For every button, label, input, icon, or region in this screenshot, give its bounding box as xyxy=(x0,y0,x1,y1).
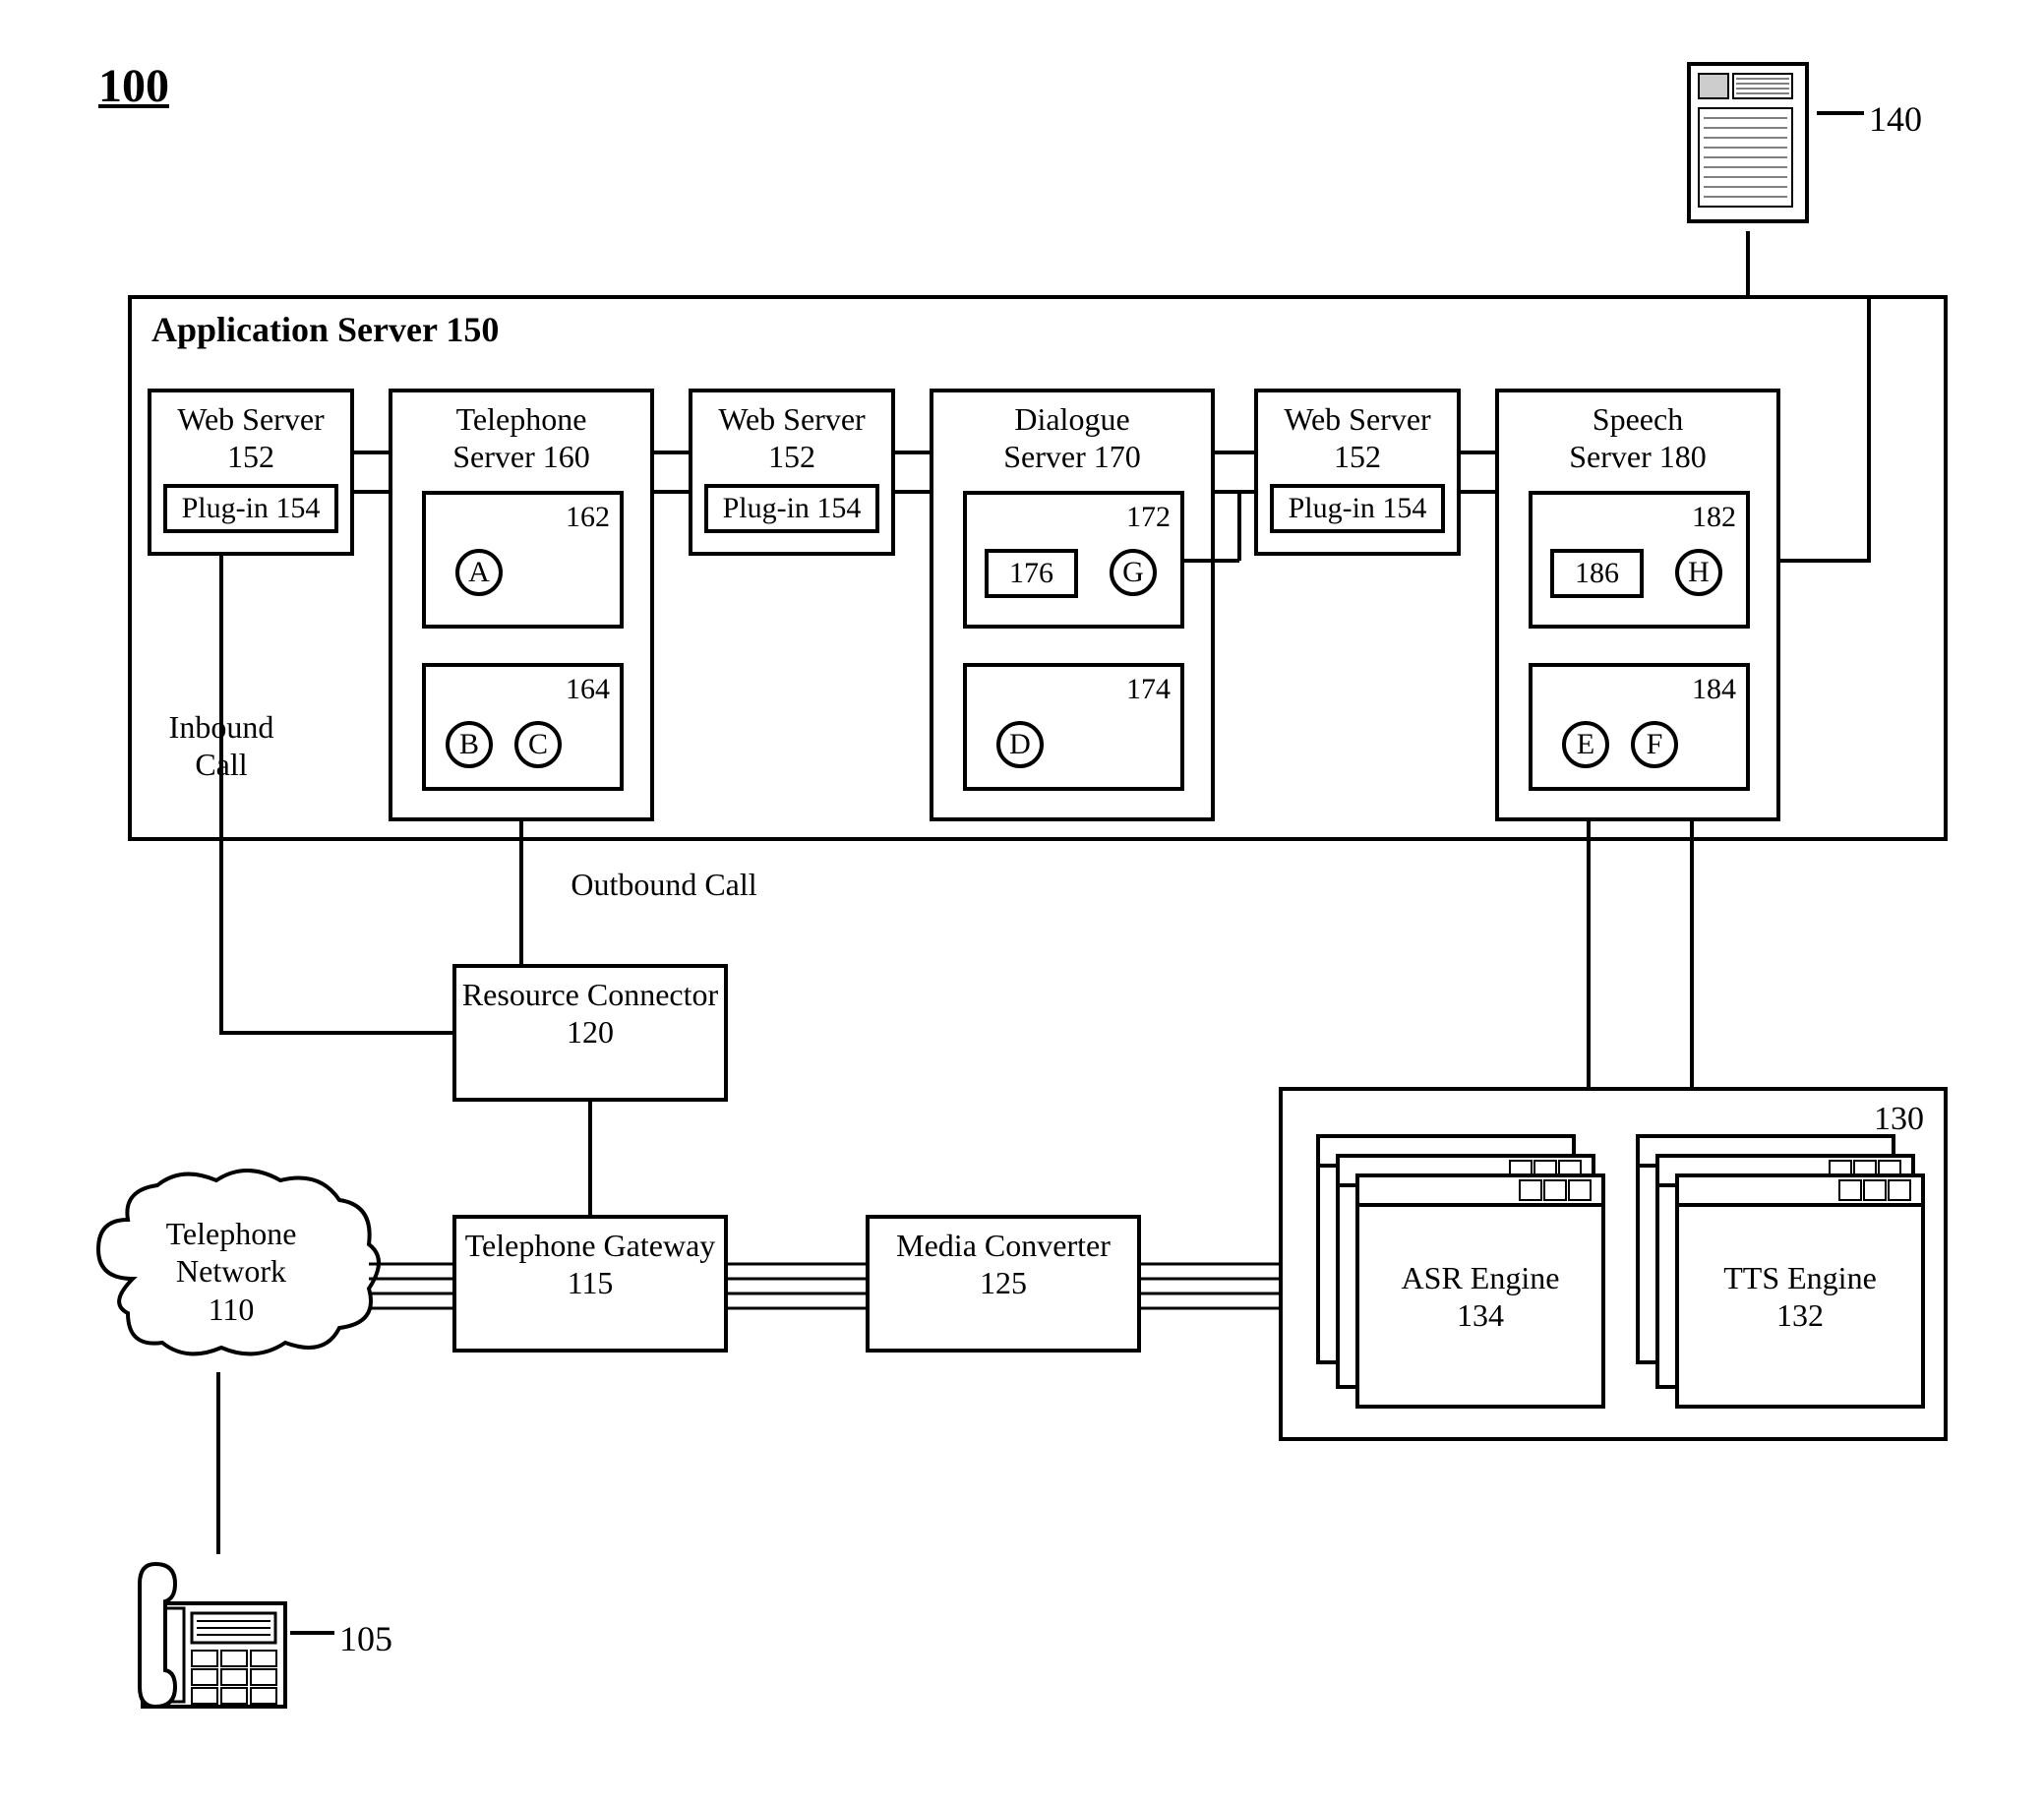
circle-g: G xyxy=(1110,549,1157,596)
web-server-3-title: Web Server xyxy=(1258,392,1457,438)
dlg-176: 176 xyxy=(985,549,1078,598)
tel-162-num: 162 xyxy=(566,501,610,534)
circle-b: B xyxy=(446,721,493,768)
web-server-2-title: Web Server xyxy=(692,392,891,438)
figure-number: 100 xyxy=(98,59,169,113)
circle-a: A xyxy=(455,549,503,596)
dlg-inner-172: 172 176 G xyxy=(963,491,1184,629)
asr-engine-title: ASR Engine xyxy=(1372,1259,1589,1296)
speech-server: Speech Server 180 182 186 H 184 E F xyxy=(1495,389,1780,821)
web-server-3: Web Server 152 Plug-in 154 xyxy=(1254,389,1461,556)
web-server-1-num: 152 xyxy=(151,438,350,475)
dialogue-server: Dialogue Server 170 172 176 G 174 D xyxy=(930,389,1215,821)
resource-connector-title: Resource Connector xyxy=(456,968,724,1013)
tel-inner-164: 164 B C xyxy=(422,663,624,791)
telephone-server-sub: Server 160 xyxy=(392,438,650,475)
circle-e: E xyxy=(1562,721,1609,768)
asr-engine-num: 134 xyxy=(1372,1296,1589,1334)
sp-inner-184: 184 E F xyxy=(1529,663,1750,791)
web-server-3-num: 152 xyxy=(1258,438,1457,475)
dlg-172-num: 172 xyxy=(1126,501,1171,534)
sp-186: 186 xyxy=(1550,549,1644,598)
web-server-2-num: 152 xyxy=(692,438,891,475)
tts-engine-label: TTS Engine 132 xyxy=(1692,1259,1908,1335)
server-tower-ref: 140 xyxy=(1869,98,1922,140)
sp-inner-182: 182 186 H xyxy=(1529,491,1750,629)
web-server-1: Web Server 152 Plug-in 154 xyxy=(148,389,354,556)
circle-d: D xyxy=(996,721,1044,768)
dialogue-server-sub: Server 170 xyxy=(933,438,1211,475)
web-server-2: Web Server 152 Plug-in 154 xyxy=(689,389,895,556)
media-converter-title: Media Converter xyxy=(870,1219,1137,1264)
tel-inner-162: 162 A xyxy=(422,491,624,629)
telephone-gateway: Telephone Gateway 115 xyxy=(452,1215,728,1353)
dialogue-server-title: Dialogue xyxy=(933,392,1211,438)
circle-c: C xyxy=(514,721,562,768)
asr-engine-label: ASR Engine 134 xyxy=(1372,1259,1589,1335)
tts-engine-title: TTS Engine xyxy=(1692,1259,1908,1296)
telephone-gateway-title: Telephone Gateway xyxy=(456,1219,724,1264)
connector-lines xyxy=(0,0,2044,1804)
telephone-server: Telephone Server 160 162 A 164 B C xyxy=(389,389,654,821)
media-converter-num: 125 xyxy=(870,1264,1137,1301)
web-server-1-title: Web Server xyxy=(151,392,350,438)
inbound-call-label: Inbound Call xyxy=(148,708,295,784)
speech-server-title: Speech xyxy=(1499,392,1776,438)
telephone-gateway-num: 115 xyxy=(456,1264,724,1301)
circle-f: F xyxy=(1631,721,1678,768)
sp-184-num: 184 xyxy=(1692,673,1736,706)
telephone-network-title: Telephone Network xyxy=(128,1215,334,1291)
phone-ref: 105 xyxy=(339,1618,392,1659)
tts-engine-num: 132 xyxy=(1692,1296,1908,1334)
tel-164-num: 164 xyxy=(566,673,610,706)
circle-h: H xyxy=(1675,549,1722,596)
plugin-3: Plug-in 154 xyxy=(1270,484,1445,533)
application-server-title: Application Server 150 xyxy=(132,299,1944,360)
phone-icon xyxy=(98,1544,295,1726)
speech-server-sub: Server 180 xyxy=(1499,438,1776,475)
plugin-2: Plug-in 154 xyxy=(704,484,879,533)
plugin-1: Plug-in 154 xyxy=(163,484,338,533)
resource-connector-num: 120 xyxy=(456,1013,724,1051)
telephone-network-num: 110 xyxy=(128,1291,334,1328)
inbound-call-text: Inbound Call xyxy=(169,709,274,782)
telephone-network-label: Telephone Network 110 xyxy=(128,1215,334,1328)
media-converter: Media Converter 125 xyxy=(866,1215,1141,1353)
server-tower-icon xyxy=(1679,54,1817,236)
telephone-server-title: Telephone xyxy=(392,392,650,438)
sp-182-num: 182 xyxy=(1692,501,1736,534)
dlg-inner-174: 174 D xyxy=(963,663,1184,791)
resource-connector: Resource Connector 120 xyxy=(452,964,728,1102)
dlg-174-num: 174 xyxy=(1126,673,1171,706)
outbound-call-label: Outbound Call xyxy=(546,866,782,903)
outbound-call-text: Outbound Call xyxy=(571,867,756,902)
